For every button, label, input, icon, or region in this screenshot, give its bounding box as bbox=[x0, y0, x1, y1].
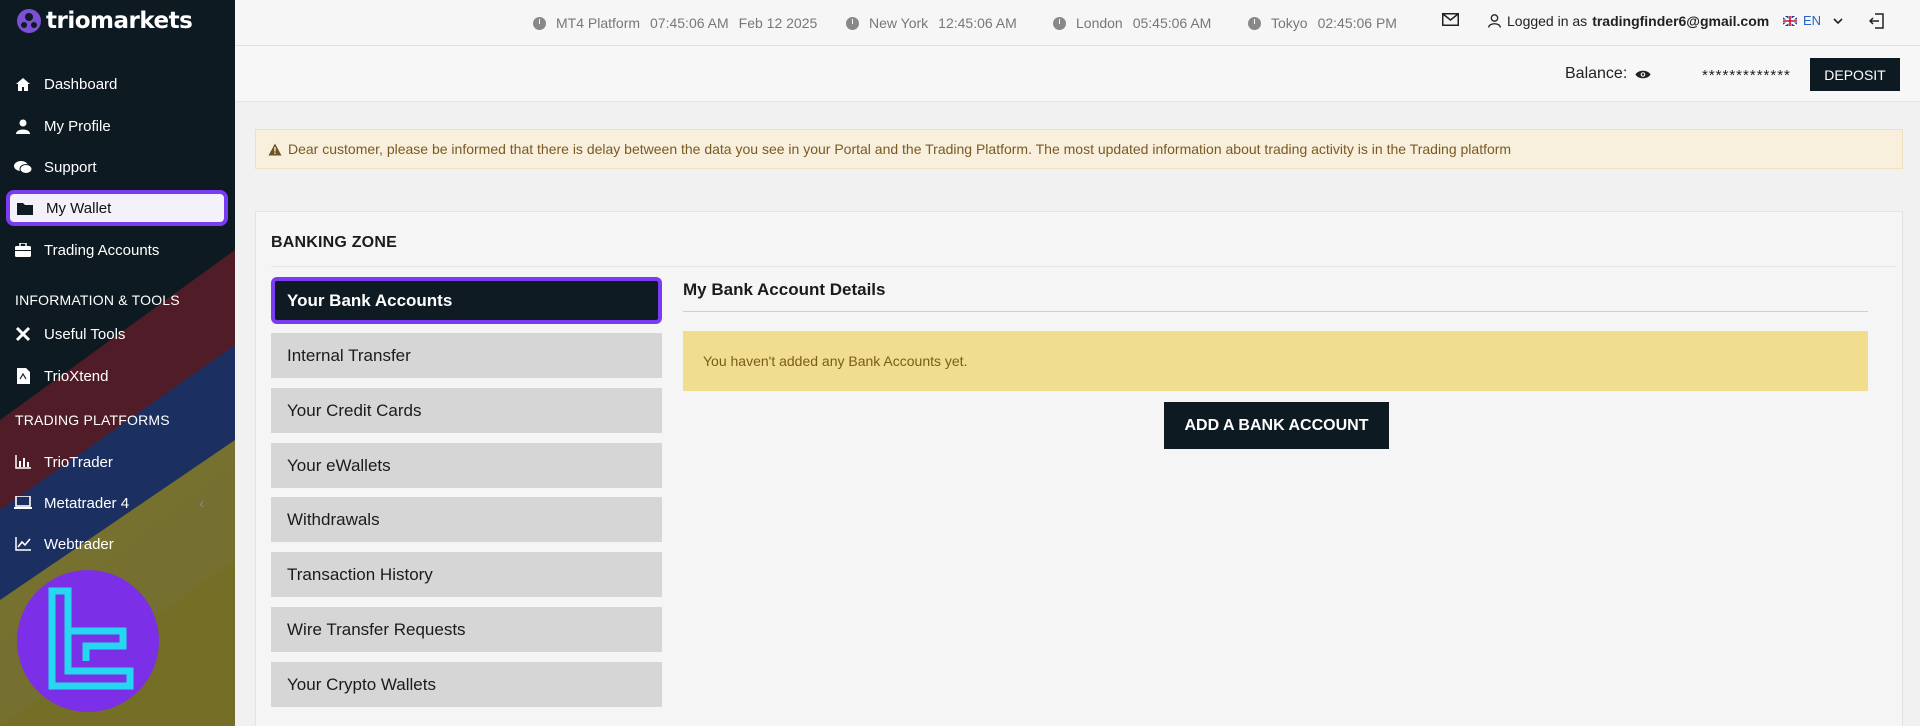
folder-icon bbox=[16, 199, 34, 217]
clock-time: 12:45:06 AM bbox=[938, 15, 1017, 31]
banking-zone-panel: BANKING ZONE Your Bank Accounts Internal… bbox=[255, 211, 1903, 726]
sidebar-item-dashboard[interactable]: Dashboard bbox=[6, 67, 226, 101]
mail-button[interactable] bbox=[1442, 13, 1459, 26]
watermark-badge bbox=[17, 570, 159, 712]
sidebar-item-metatrader-4[interactable]: Metatrader 4 ‹ bbox=[6, 486, 226, 520]
language-code: EN bbox=[1803, 13, 1822, 28]
triomarkets-logo-icon bbox=[17, 9, 41, 33]
balance-value: ************* bbox=[1702, 67, 1791, 84]
top-bar: MT4 Platform 07:45:06 AM Feb 12 2025 New… bbox=[235, 0, 1920, 46]
sidebar-item-trioxtend[interactable]: TrioXtend bbox=[6, 359, 226, 393]
brand-logo[interactable]: triomarkets bbox=[16, 8, 193, 34]
clock-mt4: MT4 Platform 07:45:06 AM Feb 12 2025 bbox=[533, 15, 817, 31]
empty-state-message: You haven't added any Bank Accounts yet. bbox=[683, 331, 1868, 391]
mail-icon bbox=[1442, 13, 1459, 26]
balance-label: Balance: bbox=[1565, 65, 1651, 83]
balance-bar: Balance: ************* DEPOSIT bbox=[235, 46, 1920, 102]
clock-icon bbox=[846, 16, 859, 30]
clock-icon bbox=[1053, 16, 1066, 30]
clock-icon bbox=[533, 16, 546, 30]
sidebar-item-useful-tools[interactable]: Useful Tools bbox=[6, 317, 226, 351]
tab-transaction-history[interactable]: Transaction History bbox=[271, 552, 662, 597]
logged-in-info: Logged in as tradingfinder6@gmail.com bbox=[1488, 13, 1769, 29]
sidebar-item-my-profile[interactable]: My Profile bbox=[6, 109, 226, 143]
sidebar-item-webtrader[interactable]: Webtrader bbox=[6, 527, 226, 561]
tab-wire-transfer-requests[interactable]: Wire Transfer Requests bbox=[271, 607, 662, 652]
eye-icon[interactable] bbox=[1635, 69, 1651, 80]
logout-icon bbox=[1869, 13, 1884, 29]
chevron-left-icon: ‹ bbox=[199, 495, 204, 511]
section-trading-platforms: TRADING PLATFORMS bbox=[15, 412, 170, 428]
tab-internal-transfer[interactable]: Internal Transfer bbox=[271, 333, 662, 378]
notice-text: Dear customer, please be informed that t… bbox=[288, 141, 1512, 157]
sidebar-item-label: TrioTrader bbox=[44, 453, 113, 471]
language-selector[interactable]: EN bbox=[1783, 13, 1843, 28]
warning-icon bbox=[268, 143, 282, 155]
sidebar-item-label: Metatrader 4 bbox=[44, 494, 130, 512]
balance-label-text: Balance: bbox=[1565, 65, 1628, 82]
laptop-icon bbox=[14, 494, 32, 512]
panel-title: BANKING ZONE bbox=[271, 234, 397, 251]
chevron-down-icon bbox=[1833, 17, 1843, 24]
clock-icon bbox=[1248, 16, 1261, 30]
sidebar-item-label: Webtrader bbox=[44, 535, 114, 553]
sidebar-item-triotrader[interactable]: TrioTrader bbox=[6, 445, 226, 479]
sidebar-item-label: My Wallet bbox=[46, 199, 112, 217]
tab-your-bank-accounts[interactable]: Your Bank Accounts bbox=[271, 277, 662, 324]
tools-icon bbox=[14, 325, 32, 343]
clock-label: MT4 Platform bbox=[556, 15, 641, 31]
file-pdf-icon bbox=[14, 367, 32, 385]
deposit-button[interactable]: DEPOSIT bbox=[1810, 58, 1900, 91]
clock-new-york: New York 12:45:06 AM bbox=[846, 15, 1017, 31]
divider bbox=[683, 311, 1868, 312]
tab-your-ewallets[interactable]: Your eWallets bbox=[271, 443, 662, 488]
user-icon bbox=[14, 117, 32, 135]
clock-label: Tokyo bbox=[1271, 15, 1308, 31]
clock-time: 05:45:06 AM bbox=[1132, 15, 1212, 31]
sidebar-item-label: Support bbox=[44, 158, 97, 176]
tab-withdrawals[interactable]: Withdrawals bbox=[271, 497, 662, 542]
sidebar-item-label: Dashboard bbox=[44, 75, 118, 93]
clock-london: London 05:45:06 AM bbox=[1053, 15, 1211, 31]
clock-time: 07:45:06 AM bbox=[650, 15, 729, 31]
sidebar-item-my-wallet[interactable]: My Wallet bbox=[6, 190, 228, 226]
tab-your-crypto-wallets[interactable]: Your Crypto Wallets bbox=[271, 662, 662, 707]
sidebar-item-support[interactable]: Support bbox=[6, 150, 226, 184]
user-email: tradingfinder6@gmail.com bbox=[1592, 13, 1770, 29]
divider bbox=[271, 266, 1896, 267]
tf-logo-icon bbox=[48, 587, 134, 690]
sidebar-item-label: TrioXtend bbox=[44, 367, 109, 385]
sidebar-item-label: My Profile bbox=[44, 117, 111, 135]
sidebar-item-label: Useful Tools bbox=[44, 325, 126, 343]
sidebar-item-label: Trading Accounts bbox=[44, 241, 160, 259]
details-title: My Bank Account Details bbox=[683, 280, 886, 299]
clock-time: 02:45:06 PM bbox=[1317, 15, 1397, 31]
clock-tokyo: Tokyo 02:45:06 PM bbox=[1248, 15, 1397, 31]
home-icon bbox=[14, 75, 32, 93]
section-information-tools: INFORMATION & TOOLS bbox=[15, 292, 180, 308]
delay-notice: Dear customer, please be informed that t… bbox=[255, 129, 1903, 169]
uk-flag-icon bbox=[1783, 15, 1797, 26]
sidebar-item-trading-accounts[interactable]: Trading Accounts bbox=[6, 233, 226, 267]
tab-your-credit-cards[interactable]: Your Credit Cards bbox=[271, 388, 662, 433]
user-outline-icon bbox=[1488, 14, 1501, 28]
logout-button[interactable] bbox=[1869, 13, 1885, 29]
line-chart-icon bbox=[14, 535, 32, 553]
briefcase-icon bbox=[14, 241, 32, 259]
chat-icon bbox=[14, 158, 32, 176]
logged-in-prefix: Logged in as bbox=[1507, 13, 1588, 29]
bar-chart-icon bbox=[14, 453, 32, 471]
add-bank-account-button[interactable]: ADD A BANK ACCOUNT bbox=[1164, 402, 1389, 449]
clock-date: Feb 12 2025 bbox=[738, 15, 818, 31]
clock-label: New York bbox=[869, 15, 929, 31]
clock-label: London bbox=[1076, 15, 1123, 31]
brand-name: triomarkets bbox=[46, 8, 193, 34]
